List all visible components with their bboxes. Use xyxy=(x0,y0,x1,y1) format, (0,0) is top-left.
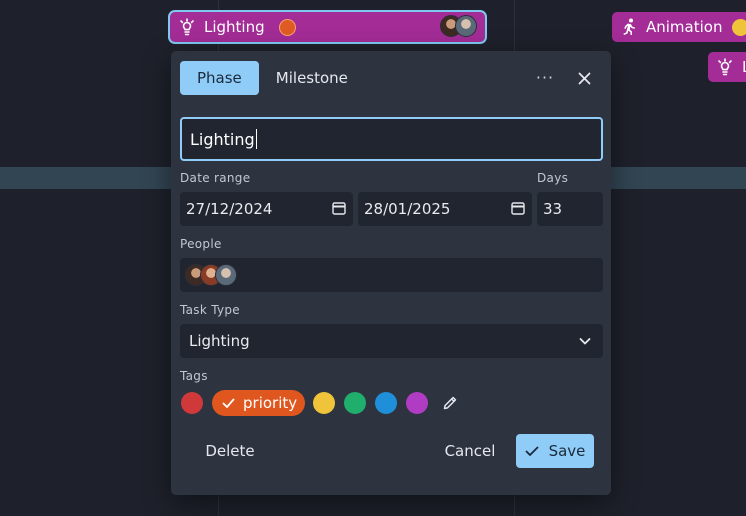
task-type-label: Task Type xyxy=(180,303,240,317)
tag-dot xyxy=(732,18,746,36)
save-button-label: Save xyxy=(548,442,586,460)
timeline-bar-label: L xyxy=(742,58,746,76)
dialog-tabs: Phase Milestone xyxy=(180,61,365,95)
days-input[interactable]: 33 xyxy=(537,192,603,226)
tag-swatch-red[interactable] xyxy=(181,392,203,414)
phase-name-value: Lighting xyxy=(190,129,255,149)
tag-chip-priority[interactable]: priority xyxy=(212,390,306,416)
date-range-label: Date range xyxy=(180,171,251,185)
avatar xyxy=(455,15,477,37)
timeline-bar-partial[interactable]: L xyxy=(708,52,746,82)
tag-chip-label: priority xyxy=(243,394,298,412)
phase-name-input[interactable]: Lighting xyxy=(180,117,603,161)
days-label: Days xyxy=(537,171,569,185)
close-icon[interactable] xyxy=(573,67,595,89)
tag-swatch-yellow[interactable] xyxy=(313,392,336,414)
timeline-bar-lighting[interactable]: Lighting xyxy=(170,12,485,42)
tag-swatch-blue[interactable] xyxy=(375,392,398,414)
timeline-bar-label: Lighting xyxy=(204,18,265,36)
tag-picker: priority xyxy=(181,390,460,416)
running-person-icon xyxy=(620,18,638,36)
task-type-select[interactable]: Lighting xyxy=(180,324,603,358)
check-icon xyxy=(222,398,235,408)
task-type-value: Lighting xyxy=(189,332,250,350)
lightbulb-icon xyxy=(178,18,196,36)
text-cursor xyxy=(255,129,257,149)
phase-edit-dialog: Phase Milestone ··· Lighting Date range … xyxy=(171,51,611,495)
delete-button[interactable]: Delete xyxy=(196,434,264,468)
end-date-value: 28/01/2025 xyxy=(364,200,451,218)
start-date-input[interactable]: 27/12/2024 xyxy=(180,192,353,226)
calendar-icon[interactable] xyxy=(332,201,346,215)
tab-phase[interactable]: Phase xyxy=(180,61,259,95)
bar-people xyxy=(440,15,477,37)
pencil-icon[interactable] xyxy=(440,393,460,413)
days-value: 33 xyxy=(543,200,563,218)
avatar[interactable] xyxy=(215,264,237,286)
people-field[interactable] xyxy=(180,258,603,292)
chevron-down-icon xyxy=(579,338,591,345)
calendar-icon[interactable] xyxy=(511,201,525,215)
timeline-bar-label: Animation xyxy=(646,18,723,36)
tag-dot xyxy=(278,18,296,36)
more-options-icon[interactable]: ··· xyxy=(534,65,556,89)
check-icon xyxy=(525,446,538,456)
lightbulb-icon xyxy=(716,58,734,76)
tag-swatch-green[interactable] xyxy=(344,392,367,414)
people-label: People xyxy=(180,237,222,251)
save-button[interactable]: Save xyxy=(516,434,594,468)
tab-milestone[interactable]: Milestone xyxy=(259,61,365,95)
tag-swatch-purple[interactable] xyxy=(406,392,429,414)
tags-label: Tags xyxy=(180,369,208,383)
start-date-value: 27/12/2024 xyxy=(186,200,273,218)
cancel-button[interactable]: Cancel xyxy=(438,434,502,468)
end-date-input[interactable]: 28/01/2025 xyxy=(358,192,532,226)
timeline-bar-animation[interactable]: Animation xyxy=(612,12,746,42)
